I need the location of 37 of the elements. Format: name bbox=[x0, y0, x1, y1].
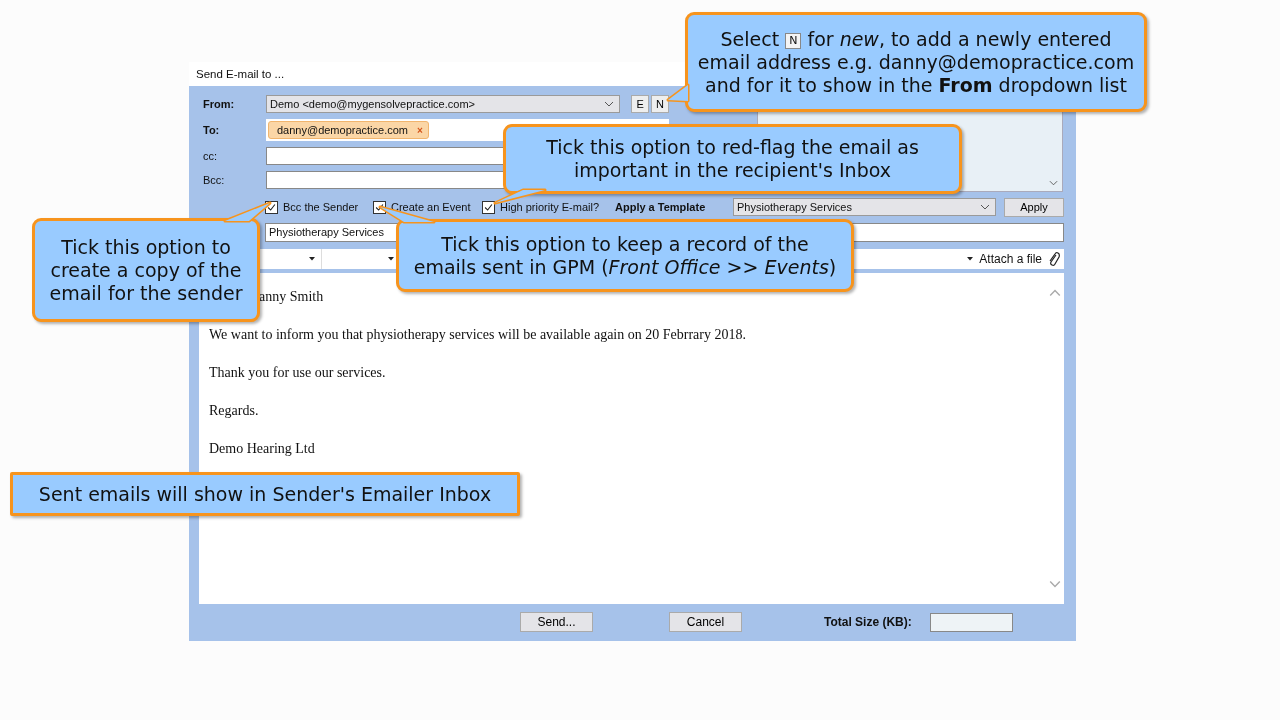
small-button[interactable]: N bbox=[651, 95, 669, 113]
body-paragraph: Regards. bbox=[209, 402, 260, 421]
chevron-down-icon bbox=[980, 204, 990, 210]
attach-file-link[interactable]: Attach a file bbox=[979, 252, 1042, 266]
cancel-button[interactable]: Cancel bbox=[669, 612, 742, 633]
body-paragraph: Demo Hearing Ltd bbox=[209, 440, 316, 459]
field-label: cc: bbox=[202, 150, 219, 162]
small-button[interactable]: E bbox=[631, 95, 650, 113]
callout-pointer bbox=[493, 188, 547, 205]
callout-pointer bbox=[223, 201, 272, 223]
from-dropdown[interactable]: Demo <demo@mygensolvepractice.com> bbox=[266, 95, 621, 113]
body-paragraph: We want to inform you that physiotherapy services will be available again on 20 Febrrary 2018. bbox=[209, 326, 747, 345]
apply-button[interactable]: Apply bbox=[1004, 197, 1064, 217]
field-label: To: bbox=[202, 124, 221, 136]
field-label: Bcc: bbox=[202, 174, 226, 186]
chip-text: danny@demopractice.com bbox=[277, 124, 408, 136]
checkbox-label: High priority E-mail? bbox=[500, 201, 600, 213]
paperclip-icon[interactable] bbox=[1048, 250, 1060, 268]
checkbox-label: Bcc the Sender bbox=[283, 201, 359, 213]
callout-tooltip: Tick this option to create a copy of the email for the sender bbox=[32, 218, 260, 322]
field-label: From: bbox=[202, 98, 236, 110]
dropdown-caret-icon[interactable] bbox=[388, 257, 394, 261]
template-dropdown[interactable]: Physiotherapy Services bbox=[733, 198, 996, 216]
recipient-chip[interactable]: danny@demopractice.com × bbox=[268, 121, 429, 139]
callout-pointer bbox=[666, 83, 690, 103]
body-paragraph: Thank you for use our services. bbox=[209, 364, 387, 383]
total-size-field[interactable] bbox=[929, 612, 1013, 632]
callout-tooltip: Sent emails will show in Sender's Emailer Inbox bbox=[10, 472, 520, 516]
checkbox[interactable] bbox=[482, 200, 495, 214]
dropdown-caret-icon[interactable] bbox=[967, 257, 974, 261]
callout-tooltip: Select N for new, to add a newly entered email address e.g. danny@demopractice.com and for it to show in the From dropdown list bbox=[685, 12, 1147, 112]
chevron-down-icon bbox=[604, 101, 615, 107]
total-size-label: Total Size (KB): bbox=[824, 615, 912, 630]
send-button[interactable]: Send... bbox=[520, 612, 593, 633]
dropdown-caret-icon[interactable] bbox=[309, 257, 315, 261]
scroll-down-icon bbox=[1049, 180, 1058, 186]
template-label: Apply a Template bbox=[615, 201, 707, 213]
